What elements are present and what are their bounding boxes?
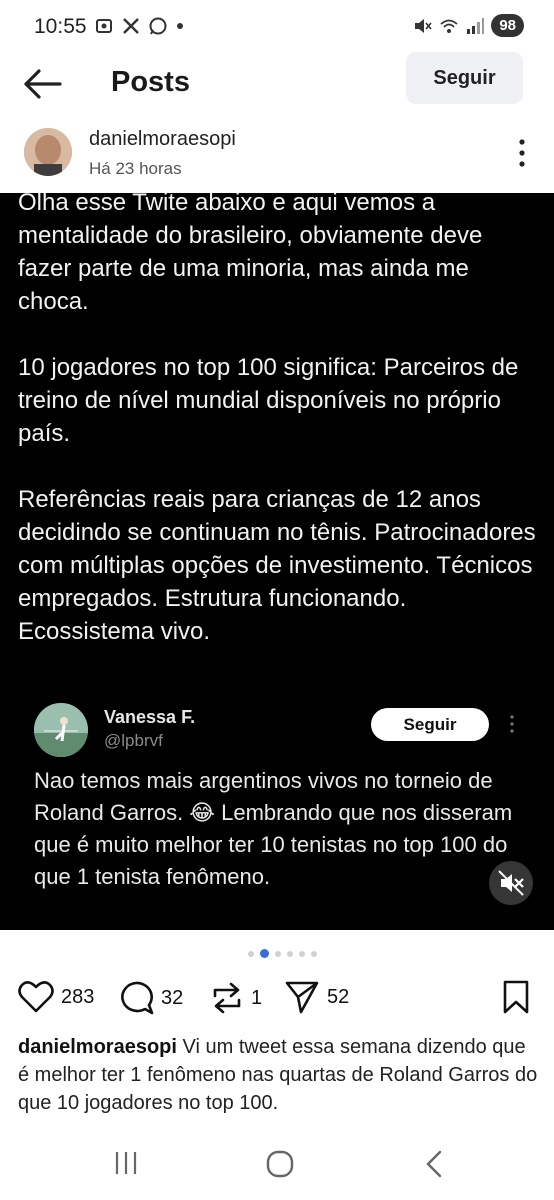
media-paragraph-2: 10 jogadores no top 100 significa: Parce… [18,354,519,447]
status-time: 10:55 [34,15,87,38]
embedded-follow-button: Seguir [371,708,489,741]
comment-count: 32 [161,986,184,1009]
embedded-tweet: Vanessa F. @lpbrvf Seguir Nao temos mais… [0,693,554,930]
avatar[interactable] [24,128,72,176]
back-nav-icon[interactable] [424,1150,444,1178]
status-bar: 10:55 98 [0,0,554,56]
author-username[interactable]: danielmoraesopi [89,128,236,151]
media-paragraph-3: Referências reais para crianças de 12 an… [18,486,536,645]
system-nav-bar [0,1130,554,1200]
notification-icons [94,16,184,36]
share-action[interactable]: 52 [284,980,349,1014]
share-count: 52 [327,985,350,1008]
mute-icon [415,18,432,33]
embedded-text: Nao temos mais argentinos vivos no torne… [34,768,513,889]
comment-icon[interactable] [118,980,154,1016]
repost-icon[interactable] [210,980,244,1016]
post-timestamp: Há 23 horas [89,159,182,178]
wifi-icon [440,19,458,33]
send-icon[interactable] [284,980,320,1014]
like-count: 283 [61,985,95,1008]
post-author: danielmoraesopi Há 23 horas [0,122,554,188]
top-bar: Posts Seguir [0,52,554,112]
embedded-handle: @lpbrvf [104,731,163,750]
recent-apps-icon[interactable] [114,1150,138,1176]
carousel-dot [287,950,293,957]
volume-mute-icon[interactable] [489,861,533,905]
post-media[interactable]: Olha esse Twite abaixo e aqui vemos a me… [0,193,554,930]
carousel-indicator [248,949,317,958]
carousel-dot [311,950,317,957]
system-icons: 98 [412,14,524,37]
media-paragraph-1: Olha esse Twite abaixo e aqui vemos a me… [18,193,483,315]
whatsapp-icon [149,17,167,35]
signal-icon [467,17,485,34]
embedded-avatar [34,703,88,757]
battery-icon: 98 [491,14,524,37]
avatar-image [24,128,72,176]
caption-username[interactable]: danielmoraesopi [18,1036,177,1058]
x-logo-icon [123,18,139,34]
post-caption: danielmoraesopi Vi um tweet essa semana … [18,1033,538,1117]
embedded-name: Vanessa F. [104,707,196,727]
home-icon[interactable] [266,1150,294,1178]
repost-count: 1 [251,986,263,1009]
dot-icon [177,23,183,29]
arrow-left-icon[interactable] [22,66,64,102]
carousel-dot [248,950,254,957]
repost-action[interactable]: 1 [210,980,262,1016]
media-text: Olha esse Twite abaixo e aqui vemos a me… [18,193,538,681]
like-action[interactable]: 283 [18,980,94,1014]
comment-action[interactable]: 32 [118,980,183,1016]
carousel-dot [275,950,281,957]
heart-icon[interactable] [18,980,54,1014]
post-actions: 283 32 1 52 [0,976,554,1020]
carousel-dot [260,949,269,958]
embedded-avatar-image [34,703,88,757]
follow-button[interactable]: Seguir [406,52,523,104]
screenshot-icon [96,19,112,33]
embedded-more-icon [510,715,514,733]
page-title: Posts [111,66,190,98]
more-vertical-icon[interactable] [516,138,528,168]
carousel-dot [299,950,305,957]
bookmark-icon[interactable] [502,980,530,1014]
